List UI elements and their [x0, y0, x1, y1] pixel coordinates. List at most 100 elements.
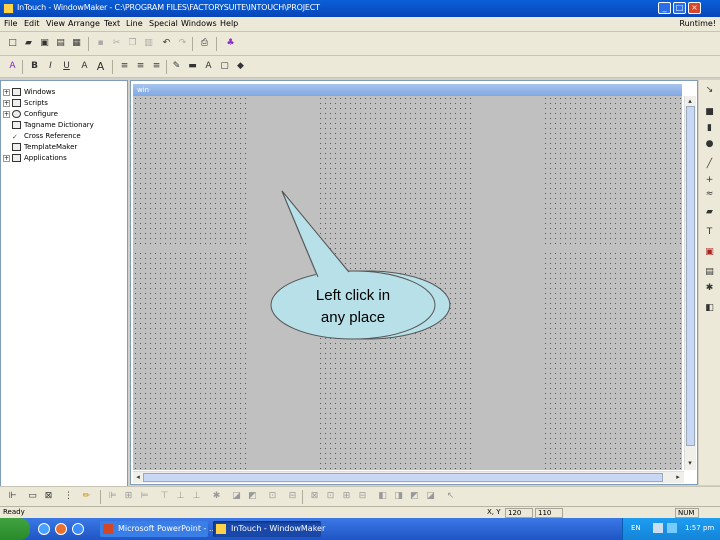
arrange-align-center-icon[interactable]: ⊞ — [122, 490, 135, 503]
bring-front-icon[interactable]: ◪ — [230, 490, 243, 503]
paste-icon[interactable]: ▥ — [142, 37, 155, 50]
arrange-align-right-icon[interactable]: ⊨ — [138, 490, 151, 503]
cut-icon[interactable]: ✂ — [110, 37, 123, 50]
tree-item-configure[interactable]: + Configure — [3, 109, 58, 120]
taskbar-item-intouch[interactable]: InTouch - WindowMaker — [213, 521, 325, 537]
menu-text[interactable]: Text — [104, 19, 120, 28]
tree-item-tagname-dictionary[interactable]: Tagname Dictionary — [12, 120, 94, 131]
horizontal-scroll-thumb[interactable] — [143, 473, 663, 482]
align-centers-icon[interactable]: ✱ — [210, 490, 223, 503]
ie-icon[interactable] — [38, 523, 50, 535]
align-left-edges-icon[interactable]: ⊩ — [6, 490, 19, 503]
menu-windows[interactable]: Windows — [181, 19, 217, 28]
pencil-icon[interactable]: ✏ — [80, 490, 93, 503]
full-screen-icon[interactable]: ▭ — [26, 490, 39, 503]
send-back-icon[interactable]: ◩ — [246, 490, 259, 503]
make-symbol-icon[interactable]: ⊞ — [340, 490, 353, 503]
reduce-font-icon[interactable]: A — [78, 60, 91, 73]
arrange-align-left-icon[interactable]: ⊫ — [106, 490, 119, 503]
bold-button[interactable]: B — [28, 60, 41, 73]
space-horizontal-icon[interactable]: ⊡ — [266, 490, 279, 503]
copy-icon[interactable]: ❐ — [126, 37, 139, 50]
print-icon[interactable]: ⎙ — [198, 37, 211, 50]
runtime-wizard-icon[interactable]: ♣ — [224, 37, 237, 50]
align-bottom-icon[interactable]: ⊥ — [190, 490, 203, 503]
menu-special[interactable]: Special — [149, 19, 178, 28]
make-cell-icon[interactable]: ⊠ — [308, 490, 321, 503]
reshape-icon[interactable]: ↖ — [444, 490, 457, 503]
text-tool-icon[interactable]: T — [703, 226, 716, 239]
open-icon[interactable]: ▰ — [22, 37, 35, 50]
save-all-icon[interactable]: ▤ — [54, 37, 67, 50]
flip-vertical-icon[interactable]: ◨ — [392, 490, 405, 503]
messenger-icon[interactable] — [72, 523, 84, 535]
tree-item-templatemaker[interactable]: TemplateMaker — [12, 142, 77, 153]
break-symbol-icon[interactable]: ⊟ — [356, 490, 369, 503]
ellipse-icon[interactable]: ● — [703, 138, 716, 151]
menu-line[interactable]: Line — [126, 19, 143, 28]
zoom-icon[interactable]: ⊠ — [42, 490, 55, 503]
runtime-button[interactable]: Runtime! — [679, 19, 716, 28]
scroll-left-icon[interactable]: ◂ — [133, 472, 143, 482]
line-color-icon[interactable]: ✎ — [170, 60, 183, 73]
expand-icon[interactable]: + — [3, 99, 10, 107]
enlarge-font-icon[interactable]: A — [94, 60, 107, 73]
window-icon[interactable]: ▦ — [70, 37, 83, 50]
menu-view[interactable]: View — [46, 19, 65, 28]
bitmap-icon[interactable]: ▣ — [703, 246, 716, 259]
menu-arrange[interactable]: Arrange — [68, 19, 100, 28]
flip-horizontal-icon[interactable]: ◧ — [376, 490, 389, 503]
align-middle-icon[interactable]: ⊥ — [174, 490, 187, 503]
scroll-up-icon[interactable]: ▴ — [685, 96, 695, 106]
menu-edit[interactable]: Edit — [24, 19, 40, 28]
undo-icon[interactable]: ↶ — [160, 37, 173, 50]
maximize-button[interactable]: □ — [673, 2, 686, 14]
rotate-ccw-icon[interactable]: ◪ — [424, 490, 437, 503]
new-icon[interactable]: □ — [6, 37, 19, 50]
window-titlebar[interactable]: InTouch - WindowMaker - C:\PROGRAM FILES… — [0, 0, 720, 17]
hv-line-icon[interactable]: + — [703, 174, 716, 187]
delete-icon[interactable]: ▪ — [94, 37, 107, 50]
rotate-cw-icon[interactable]: ◩ — [408, 490, 421, 503]
menu-file[interactable]: File — [4, 19, 17, 28]
break-cell-icon[interactable]: ⊡ — [324, 490, 337, 503]
firefox-icon[interactable] — [55, 523, 67, 535]
tree-item-scripts[interactable]: + Scripts — [3, 98, 48, 109]
scroll-down-icon[interactable]: ▾ — [685, 458, 695, 468]
tray-icon[interactable] — [653, 523, 663, 533]
taskbar-item-powerpoint[interactable]: Microsoft PowerPoint - ... — [100, 521, 217, 537]
save-icon[interactable]: ▣ — [38, 37, 51, 50]
align-top-icon[interactable]: ⊤ — [158, 490, 171, 503]
button-tool-icon[interactable]: ▤ — [703, 266, 716, 279]
line-icon[interactable]: ╱ — [703, 158, 716, 171]
rounded-rectangle-icon[interactable]: ▮ — [703, 122, 716, 135]
text-color-icon[interactable]: A — [202, 60, 215, 73]
menu-help[interactable]: Help — [220, 19, 238, 28]
select-icon[interactable]: ↘ — [703, 84, 716, 97]
window-color-icon[interactable]: ▢ — [218, 60, 231, 73]
space-vertical-icon[interactable]: ⊟ — [286, 490, 299, 503]
transparent-icon[interactable]: ◆ — [234, 60, 247, 73]
fill-color-icon[interactable]: ▬ — [186, 60, 199, 73]
network-icon[interactable] — [667, 523, 677, 533]
align-left-icon[interactable]: ≡ — [118, 60, 131, 73]
realtime-trend-icon[interactable]: ◧ — [703, 302, 716, 315]
wizard-icon[interactable]: ✱ — [703, 282, 716, 295]
redo-icon[interactable]: ↷ — [176, 37, 189, 50]
polyline-icon[interactable]: ≈ — [703, 188, 716, 201]
align-right-icon[interactable]: ≡ — [150, 60, 163, 73]
vertical-scrollbar[interactable]: ▴ ▾ — [684, 96, 696, 470]
start-button[interactable] — [0, 518, 30, 540]
polygon-icon[interactable]: ▰ — [703, 206, 716, 219]
horizontal-scrollbar[interactable]: ◂ ▸ — [133, 471, 684, 483]
document-title[interactable]: win — [133, 84, 682, 96]
expand-icon[interactable]: + — [3, 154, 10, 162]
language-indicator[interactable]: EN — [631, 524, 641, 532]
italic-button[interactable]: I — [44, 60, 57, 73]
tree-item-applications[interactable]: + Applications — [3, 153, 67, 164]
underline-button[interactable]: U — [60, 60, 73, 73]
expand-icon[interactable]: + — [3, 110, 10, 118]
grid-icon[interactable]: ⋮ — [62, 490, 75, 503]
expand-icon[interactable]: + — [3, 88, 10, 96]
align-center-icon[interactable]: ≡ — [134, 60, 147, 73]
